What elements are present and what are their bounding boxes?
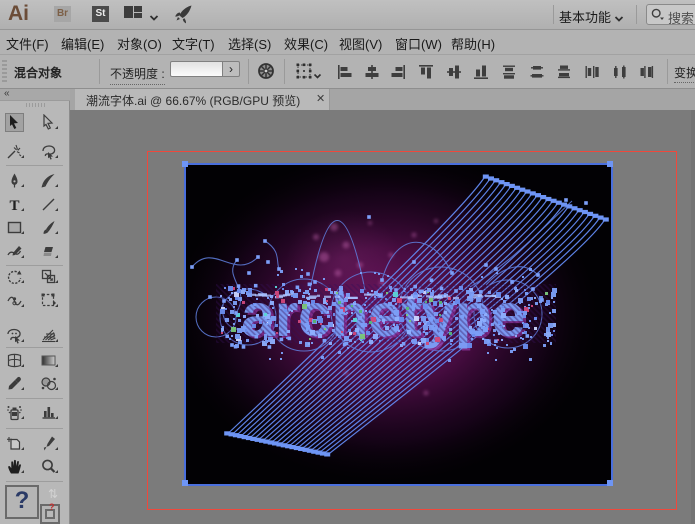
svg-text:T: T — [9, 198, 19, 213]
